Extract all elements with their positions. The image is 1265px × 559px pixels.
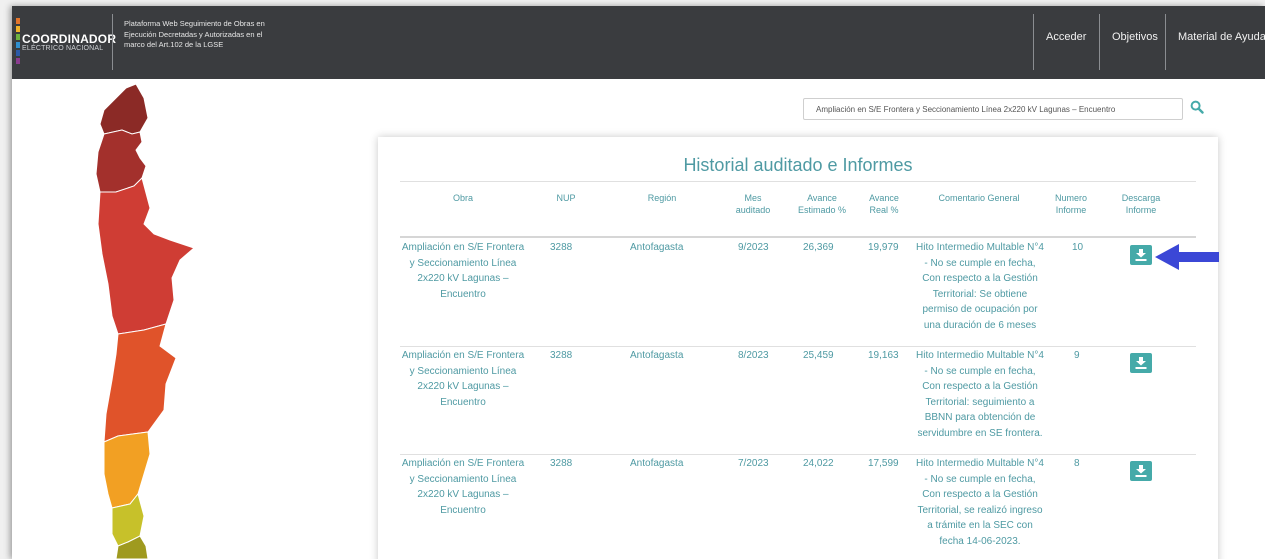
title-divider (400, 181, 1196, 182)
cell-mes: 8/2023 (738, 350, 769, 361)
download-icon (1135, 249, 1147, 261)
cell-nup: 3288 (550, 350, 573, 361)
top-navbar: COORDINADOR ELÉCTRICO NACIONAL Plataform… (12, 6, 1265, 79)
col-header-obra: Obra (452, 193, 473, 203)
col-header-numero-informe: Numero Informe (1054, 193, 1087, 215)
annotation-arrow-icon (1155, 244, 1219, 270)
cell-obra[interactable]: Ampliación en S/E Frontera y Seccionamie… (400, 456, 526, 518)
cell-comentario: Hito Intermedio Multable N°4 - No se cum… (916, 350, 1044, 439)
cell-comentario: Hito Intermedio Multable N°4 - No se cum… (916, 458, 1044, 547)
cell-numero-informe: 8 (1074, 458, 1080, 469)
download-icon (1135, 357, 1147, 369)
map-region-5[interactable] (103, 431, 151, 509)
cell-nup: 3288 (550, 458, 573, 469)
cell-obra[interactable]: Ampliación en S/E Frontera y Seccionamie… (400, 240, 526, 302)
download-button[interactable] (1130, 461, 1152, 481)
logo-title: COORDINADOR (22, 32, 117, 46)
map-region-3[interactable] (97, 177, 195, 335)
chile-regions-map[interactable] (88, 84, 268, 559)
col-header-avance-estimado: Avance Estimado % (797, 193, 847, 215)
download-button[interactable] (1130, 245, 1152, 265)
nav-divider (1033, 14, 1034, 70)
cell-avance-estimado: 24,022 (803, 458, 834, 469)
cell-mes: 7/2023 (738, 458, 769, 469)
col-header-descarga: Descarga Informe (1121, 193, 1161, 215)
map-region-1[interactable] (99, 84, 149, 135)
nav-material-de-ayuda[interactable]: Material de Ayuda (1178, 31, 1265, 43)
nav-divider (1165, 14, 1166, 70)
panel-title: Historial auditado e Informes (683, 155, 913, 175)
cell-avance-estimado: 26,369 (803, 242, 834, 253)
cell-nup: 3288 (550, 242, 573, 253)
cell-avance-real: 17,599 (868, 458, 899, 469)
header-divider (112, 14, 113, 70)
download-button[interactable] (1130, 353, 1152, 373)
cell-region: Antofagasta (630, 350, 684, 361)
coordinador-logo[interactable]: COORDINADOR ELÉCTRICO NACIONAL (12, 14, 116, 72)
cell-avance-real: 19,163 (868, 350, 899, 361)
platform-description: Plataforma Web Seguimiento de Obras en E… (124, 19, 265, 49)
cell-avance-real: 19,979 (868, 242, 899, 253)
cell-region: Antofagasta (630, 458, 684, 469)
cell-region: Antofagasta (630, 242, 684, 253)
cell-obra[interactable]: Ampliación en S/E Frontera y Seccionamie… (400, 348, 526, 410)
col-header-region: Región (647, 193, 677, 203)
row-divider (400, 454, 1196, 455)
row-divider (400, 346, 1196, 347)
cell-comentario: Hito Intermedio Multable N°4 - No se cum… (916, 242, 1044, 331)
browser-page: COORDINADOR ELÉCTRICO NACIONAL Plataform… (12, 6, 1265, 559)
cell-mes: 9/2023 (738, 242, 769, 253)
col-header-comentario: Comentario General (938, 193, 1020, 203)
cell-numero-informe: 9 (1074, 350, 1080, 361)
download-icon (1135, 465, 1147, 477)
search-input[interactable]: Ampliación en S/E Frontera y Seccionamie… (803, 98, 1183, 120)
logo-color-bars (16, 18, 20, 68)
map-region-4[interactable] (103, 323, 177, 443)
nav-objetivos[interactable]: Objetivos (1112, 31, 1158, 43)
logo-subtitle: ELÉCTRICO NACIONAL (22, 45, 104, 52)
header-divider (400, 236, 1196, 238)
cell-avance-estimado: 25,459 (803, 350, 834, 361)
col-header-nup: NUP (556, 193, 576, 203)
cell-numero-informe: 10 (1072, 242, 1084, 253)
history-panel: Historial auditado e Informes Obra NUP R… (378, 137, 1218, 559)
nav-acceder[interactable]: Acceder (1046, 31, 1086, 43)
col-header-mes: Mes auditado (735, 193, 771, 215)
nav-divider (1099, 14, 1100, 70)
search-icon[interactable] (1190, 100, 1204, 114)
col-header-avance-real: Avance Real % (869, 193, 899, 215)
